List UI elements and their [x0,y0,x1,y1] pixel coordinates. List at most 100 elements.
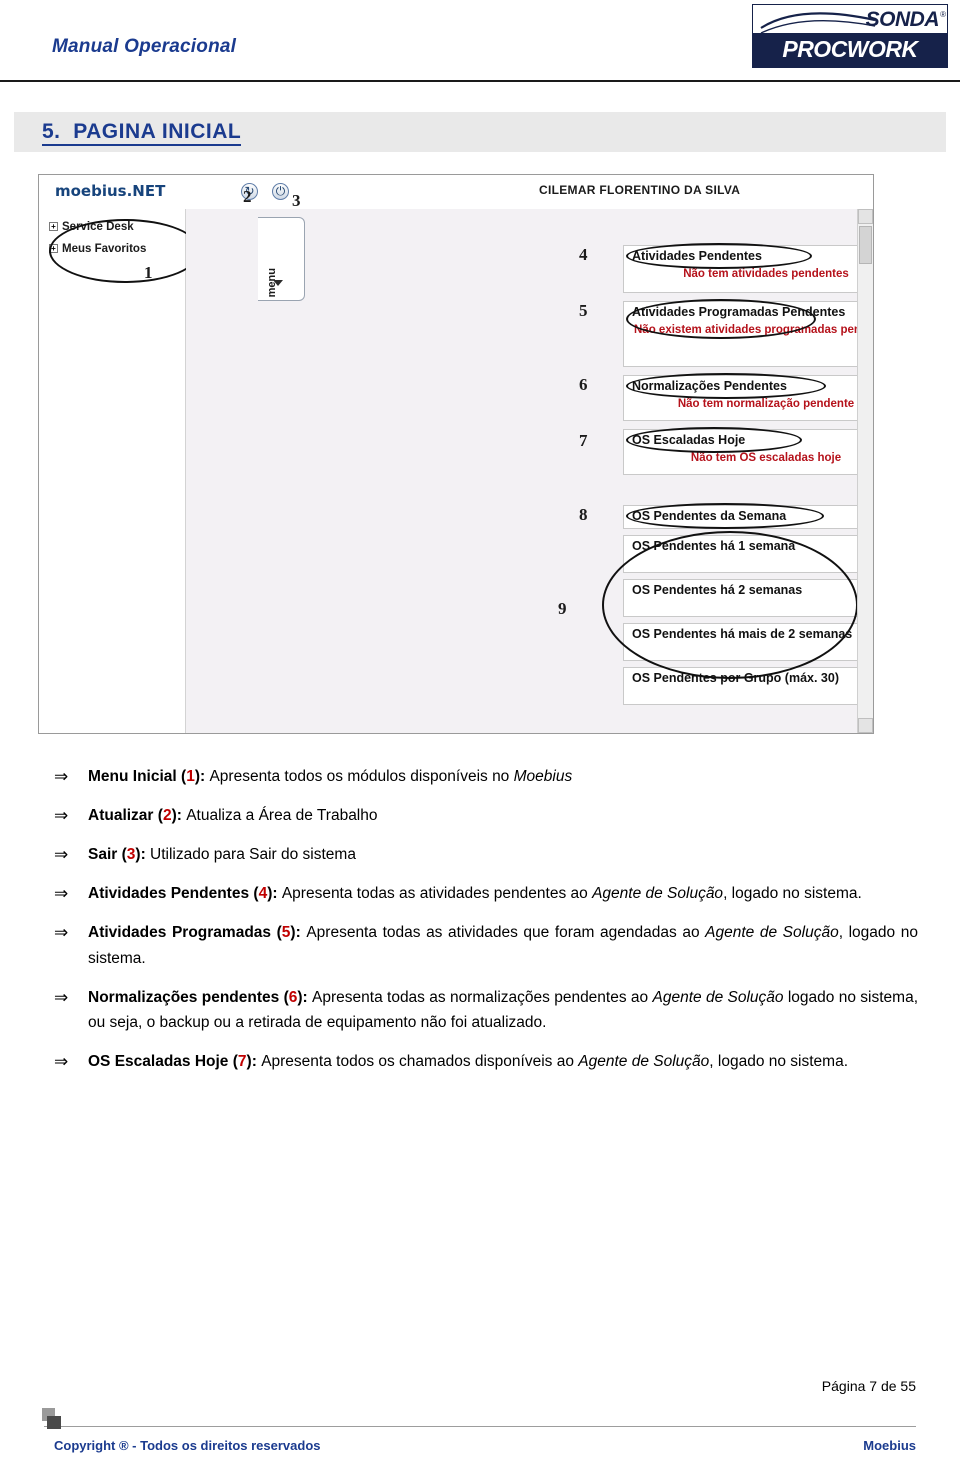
page-header: Manual Operacional SONDA ® PROCWORK [0,0,960,82]
bullet-text-segment: 2 [162,807,172,825]
bullet-text-segment: Agente de Solução [592,885,724,903]
panel-title: OS Pendentes há 2 semanas [632,583,803,597]
panel-title: OS Pendentes por Grupo (máx. 30) [632,671,839,685]
app-sidebar: + Service Desk + Meus Favoritos [39,209,186,733]
panel-atividades-pendentes: Atividades Pendentes Não tem atividades … [623,245,873,293]
section-number: 5. [42,120,61,143]
callout-number-3: 3 [292,191,301,210]
bullet-text-segment: 7 [237,1052,247,1070]
bullet-arrow-icon: ⇒ [54,923,69,943]
description-bullet-list: ⇒ Menu Inicial (1): Apresenta todos os mó… [44,764,918,1074]
panel-title: Normalizações Pendentes [632,379,787,393]
footer-logo-mark-icon [42,1408,68,1430]
bullet-text-segment: Apresenta todos os módulos disponíveis n… [209,768,514,785]
bullet-item: ⇒ Atividades Programadas (5): Apresenta t… [44,920,918,970]
bullet-item: ⇒ OS Escaladas Hoje (7): Apresenta todos … [44,1049,918,1074]
document-header-title: Manual Operacional [52,36,237,57]
app-logo-text: moebius.NET [55,182,166,200]
panel-title: OS Pendentes há mais de 2 semanas [632,627,853,641]
bullet-text-segment: ): [246,1052,262,1070]
footer-copyright: Copyright ® - Todos os direitos reservad… [54,1438,321,1453]
panel-os-pendentes-por-grupo: OS Pendentes por Grupo (máx. 30) [623,667,873,705]
logo-procwork-text: PROCWORK [782,36,918,62]
logo-bottom-section: PROCWORK [753,33,947,67]
application-screenshot-figure: moebius.NET ↻ ⏻ CILEMAR FLORENTINO DA SI… [38,174,874,734]
footer-divider [44,1426,916,1427]
bullet-text-segment: Utilizado para Sair do sistema [150,846,356,864]
scrollbar-thumb[interactable] [859,226,872,264]
bullet-text-segment: Agente de Solução [652,988,784,1006]
section-title-bar: 5. PAGINA INICIAL [14,112,946,152]
bullet-arrow-icon: ⇒ [54,884,69,904]
bullet-text-segment: Sair [88,846,122,864]
app-top-bar: moebius.NET ↻ ⏻ CILEMAR FLORENTINO DA SI… [39,175,873,210]
sidebar-item-label: Service Desk [62,221,134,233]
panel-os-pendentes-mais-2-semanas: OS Pendentes há mais de 2 semanas [623,623,873,661]
bullet-text-segment: ): [290,924,307,942]
bullet-text-segment: 1 [186,768,195,785]
sonda-procwork-logo: SONDA ® PROCWORK [752,4,948,68]
callout-number-2: 2 [243,187,252,206]
callout-number-8: 8 [579,505,588,524]
bullet-text-segment: Atualizar [88,807,158,825]
panel-os-pendentes-1-semana: OS Pendentes há 1 semana [623,535,873,573]
panel-message: Não existem atividades programadas pende… [634,324,874,336]
logout-power-icon[interactable]: ⏻ [272,183,289,200]
bullet-arrow-icon: ⇒ [54,1051,69,1071]
bullet-arrow-icon: ⇒ [54,845,69,865]
bullet-text-segment: Apresenta todas as atividades que foram … [306,924,706,942]
bullet-text-segment: Apresenta todos os chamados disponíveis … [261,1052,579,1070]
scroll-down-arrow-icon[interactable] [858,718,873,733]
scroll-up-arrow-icon[interactable] [858,209,873,224]
bullet-item: ⇒ Atividades Pendentes (4): Apresenta tod… [44,881,918,906]
bullet-text-segment: ): [297,988,313,1006]
bullet-text-segment: Apresenta todas as normalizações pendent… [312,988,653,1006]
bullet-text-segment: ): [135,846,151,864]
logo-swoosh-icon [760,12,876,34]
logo-top-section: SONDA ® [753,5,947,34]
panel-title: Atividades Programadas Pendentes [632,305,846,319]
bullet-text-segment: , logado no sistema. [723,885,862,903]
panel-os-pendentes-2-semanas: OS Pendentes há 2 semanas [623,579,873,617]
bullet-text-segment: Apresenta todas as atividades pendentes … [281,885,593,903]
chevron-down-icon [273,280,283,286]
bullet-arrow-icon: ⇒ [54,767,69,786]
bullet-item: ⇒ Normalizações pendentes (6): Apresenta … [44,985,918,1035]
workspace-scrollbar[interactable] [857,209,873,733]
bullet-item: ⇒ Menu Inicial (1): Apresenta todos os mó… [44,764,918,789]
bullet-arrow-icon: ⇒ [54,987,69,1007]
expand-plus-icon[interactable]: + [49,222,58,231]
logo-sonda-text: SONDA [865,8,940,31]
bullet-text-segment: 4 [258,885,268,903]
callout-number-7: 7 [579,431,588,450]
panel-title: OS Pendentes da Semana [632,509,787,523]
panel-title: OS Pendentes há 1 semana [632,539,796,553]
panel-title: Atividades Pendentes [632,249,762,263]
sidebar-item-label: Meus Favoritos [62,243,147,255]
sidebar-item-meus-favoritos[interactable]: + Meus Favoritos [49,243,146,255]
panel-title: OS Escaladas Hoje [632,433,746,447]
callout-number-5: 5 [579,301,588,320]
bullet-text-segment: Moebius [513,768,573,785]
sidebar-item-service-desk[interactable]: + Service Desk [49,221,134,233]
bullet-text-segment: , logado no sistema. [709,1052,849,1070]
expand-plus-icon[interactable]: + [49,244,58,253]
bullet-text-segment: Atividades Pendentes [88,885,254,903]
bullet-item: ⇒ Atualizar (2): Atualiza a Área de Traba… [44,803,918,828]
page-footer: Copyright ® - Todos os direitos reservad… [0,1408,960,1462]
panel-message: Não tem normalização pendente [677,398,855,410]
bullet-text-segment: Menu Inicial [88,768,182,785]
bullet-text-segment: Agente de Solução [578,1052,710,1070]
section-heading-text: PAGINA INICIAL [73,120,242,143]
page-number: Página 7 de 55 [821,1378,916,1394]
panel-os-escaladas-hoje: OS Escaladas Hoje Não tem OS escaladas h… [623,429,873,475]
callout-number-1: 1 [144,263,153,282]
logged-user-name: CILEMAR FLORENTINO DA SILVA [539,183,741,197]
bullet-text-segment: Normalizações pendentes [88,988,284,1006]
page-title: 5. PAGINA INICIAL [42,120,242,146]
footer-product-name: Moebius [863,1438,916,1453]
callout-number-4: 4 [579,245,588,264]
bullet-text-segment: OS Escaladas Hoje [88,1052,233,1070]
bullet-item: ⇒ Sair (3): Utilizado para Sair do sistem… [44,842,918,867]
menu-flyout-tab[interactable]: menu [258,217,305,301]
